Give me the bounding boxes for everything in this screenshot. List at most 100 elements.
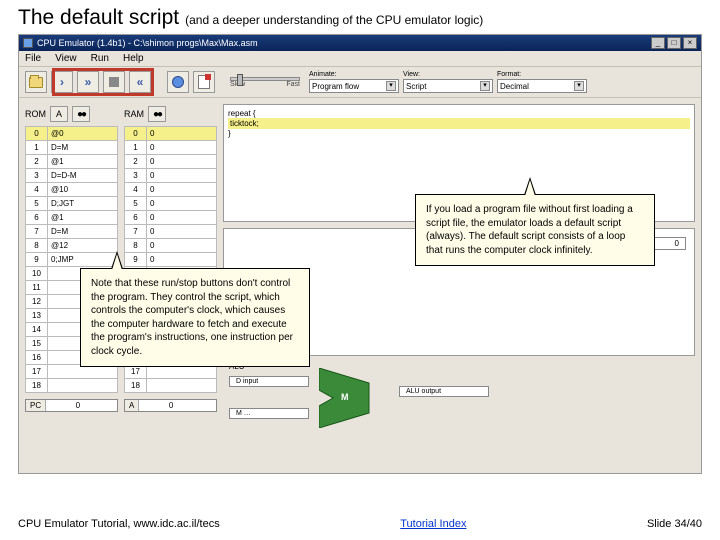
addr-cell: 10: [26, 267, 48, 281]
table-row[interactable]: 18: [125, 379, 217, 393]
addr-cell: 18: [125, 379, 147, 393]
menu-help[interactable]: Help: [123, 53, 144, 64]
value-cell: @1: [48, 211, 118, 225]
disc-icon: [172, 76, 184, 88]
double-chevron-right-icon: »: [85, 75, 92, 89]
run-button[interactable]: »: [77, 71, 99, 93]
addr-cell: 2: [26, 155, 48, 169]
tutorial-index-link[interactable]: Tutorial Index: [400, 518, 466, 530]
a-label: A: [125, 400, 139, 411]
ram-label: RAM: [124, 109, 144, 119]
rom-find-button[interactable]: ●●: [72, 106, 90, 122]
callout-right: If you load a program file without first…: [415, 194, 655, 266]
callout-left: Note that these run/stop buttons don't c…: [80, 268, 310, 367]
double-chevron-left-icon: «: [137, 75, 144, 89]
script-line-3: }: [228, 129, 690, 138]
table-row[interactable]: 00: [125, 127, 217, 141]
rom-label: ROM: [25, 109, 46, 119]
menu-view[interactable]: View: [55, 53, 77, 64]
maximize-button[interactable]: □: [667, 37, 681, 49]
value-cell: @1: [48, 155, 118, 169]
value-cell: 0: [147, 197, 217, 211]
addr-cell: 6: [125, 211, 147, 225]
callout-right-text: If you load a program file without first…: [426, 204, 633, 256]
table-row[interactable]: 10: [125, 141, 217, 155]
table-row[interactable]: 20: [125, 155, 217, 169]
folder-icon: [29, 77, 43, 88]
table-row[interactable]: 18: [26, 379, 118, 393]
addr-cell: 7: [26, 225, 48, 239]
view-label: View:: [403, 71, 493, 78]
addr-cell: 8: [125, 239, 147, 253]
value-cell: 0: [147, 169, 217, 183]
minimize-button[interactable]: _: [651, 37, 665, 49]
rom-goto-button[interactable]: A: [50, 106, 68, 122]
ram-find-button[interactable]: ●●: [148, 106, 166, 122]
footer-left: CPU Emulator Tutorial, www.idc.ac.il/tec…: [18, 518, 220, 530]
table-row[interactable]: 80: [125, 239, 217, 253]
slider-fast-label: Fast: [286, 81, 300, 88]
binoculars-icon: ●●: [77, 109, 85, 120]
value-cell: [147, 379, 217, 393]
value-cell: @0: [48, 127, 118, 141]
alu-d-input: D input: [229, 376, 309, 387]
alu-output: ALU output: [399, 386, 489, 397]
table-row[interactable]: 3D=D-M: [26, 169, 118, 183]
table-row[interactable]: 60: [125, 211, 217, 225]
chevron-right-icon: ›: [60, 75, 64, 89]
value-cell: @12: [48, 239, 118, 253]
table-row[interactable]: 5D;JGT: [26, 197, 118, 211]
table-row[interactable]: 6@1: [26, 211, 118, 225]
value-cell: 0: [147, 239, 217, 253]
table-row[interactable]: 8@12: [26, 239, 118, 253]
binoculars-icon: ●●: [153, 109, 161, 120]
addr-cell: 12: [26, 295, 48, 309]
addr-cell: 7: [125, 225, 147, 239]
slider-knob[interactable]: [237, 74, 243, 86]
speed-slider[interactable]: [230, 77, 300, 81]
stop-button[interactable]: [103, 71, 125, 93]
table-row[interactable]: 1D=M: [26, 141, 118, 155]
table-row[interactable]: 30: [125, 169, 217, 183]
a-register: A0: [124, 399, 217, 412]
addr-cell: 4: [125, 183, 147, 197]
alu-panel: ALU D input M … M ALU output: [223, 362, 695, 460]
alu-d-input-label: D input: [230, 377, 300, 386]
table-row[interactable]: 2@1: [26, 155, 118, 169]
addr-cell: 3: [26, 169, 48, 183]
window-title: CPU Emulator (1.4b1) - C:\shimon progs\M…: [37, 38, 258, 48]
alu-output-label: ALU output: [400, 387, 480, 396]
value-cell: 0;JMP: [48, 253, 118, 267]
paper-button[interactable]: [193, 71, 215, 93]
table-row[interactable]: 0@0: [26, 127, 118, 141]
value-cell: D=M: [48, 141, 118, 155]
table-row[interactable]: 90;JMP: [26, 253, 118, 267]
table-row[interactable]: 70: [125, 225, 217, 239]
table-row[interactable]: 50: [125, 197, 217, 211]
table-row[interactable]: 40: [125, 183, 217, 197]
addr-cell: 1: [125, 141, 147, 155]
table-row[interactable]: 4@10: [26, 183, 118, 197]
step-button[interactable]: ›: [51, 71, 73, 93]
close-button[interactable]: ×: [683, 37, 697, 49]
dropdown-arrow-icon: ▾: [574, 81, 584, 91]
addr-cell: 9: [26, 253, 48, 267]
menu-file[interactable]: File: [25, 53, 41, 64]
value-cell: 0: [147, 211, 217, 225]
script-line-1: repeat {: [228, 109, 690, 118]
rewind-button[interactable]: «: [129, 71, 151, 93]
disc-button[interactable]: [167, 71, 189, 93]
view-combo[interactable]: Script▾: [403, 79, 493, 93]
value-cell: D;JGT: [48, 197, 118, 211]
addr-cell: 5: [125, 197, 147, 211]
value-cell: D=D-M: [48, 169, 118, 183]
open-program-button[interactable]: [25, 71, 47, 93]
format-combo[interactable]: Decimal▾: [497, 79, 587, 93]
alu-m-input: M …: [229, 408, 309, 419]
table-row[interactable]: 90: [125, 253, 217, 267]
menubar: File View Run Help: [19, 51, 701, 67]
addr-cell: 3: [125, 169, 147, 183]
menu-run[interactable]: Run: [91, 53, 109, 64]
table-row[interactable]: 7D=M: [26, 225, 118, 239]
animate-combo[interactable]: Program flow▾: [309, 79, 399, 93]
